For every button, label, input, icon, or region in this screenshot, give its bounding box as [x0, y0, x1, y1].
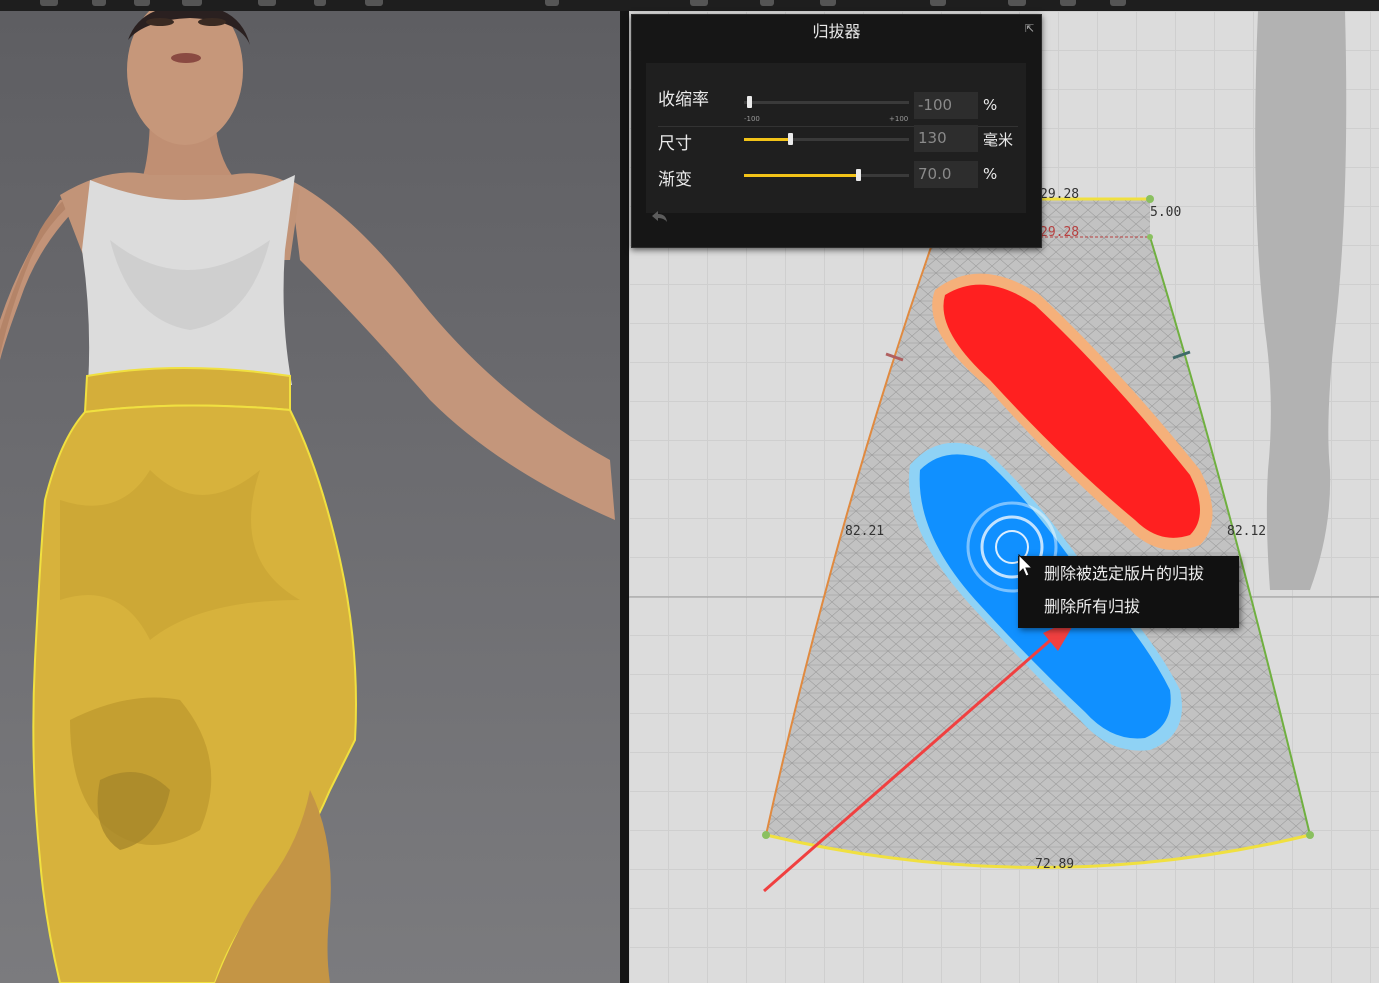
toolbar-tool-icon[interactable] [314, 0, 326, 6]
slider-thumb[interactable] [856, 169, 861, 181]
toolbar-tool-icon[interactable] [92, 0, 106, 6]
measure-bottom-width: 72.89 [1035, 857, 1075, 872]
shrink-rate-slider[interactable]: -100 +100 [744, 96, 909, 123]
pin-icon[interactable]: ⇱ [1025, 23, 1035, 34]
shrink-rate-input[interactable]: -100 [914, 92, 978, 119]
shrink-rate-row: 收缩率 -100 +100 -100 % [646, 77, 1026, 123]
gradient-slider[interactable] [744, 169, 909, 181]
toolbar-tool-icon[interactable] [1008, 0, 1026, 6]
size-row: 尺寸 130 毫米 [646, 121, 1026, 157]
avatar-3d-render [0, 11, 615, 983]
undo-arrow-icon[interactable] [650, 209, 672, 227]
menu-item-delete-selected-shrink[interactable]: 删除被选定版片的归拔 [1044, 559, 1204, 589]
pattern-point[interactable] [1147, 234, 1153, 240]
pattern-point[interactable] [762, 831, 770, 839]
size-label: 尺寸 [658, 134, 692, 154]
shrink-rate-unit: % [983, 96, 998, 114]
slider-thumb[interactable] [788, 133, 793, 145]
panel-body: 收缩率 -100 +100 -100 % 尺寸 130 毫米 渐变 70.0 % [646, 63, 1026, 213]
shrink-tool-panel: 归拔器 ⇱ 收缩率 -100 +100 -100 % 尺寸 130 毫米 渐变 … [631, 14, 1042, 248]
pattern-point[interactable] [1306, 831, 1314, 839]
size-input[interactable]: 130 [914, 125, 978, 152]
toolbar-tool-icon[interactable] [545, 0, 559, 6]
avatar-silhouette [1255, 11, 1347, 590]
shrink-rate-label: 收缩率 [658, 90, 709, 110]
panel-title: 归拔器 [812, 22, 861, 41]
slider-fill [744, 138, 790, 141]
menu-item-delete-all-shrink[interactable]: 删除所有归拔 [1044, 592, 1140, 622]
toolbar-tool-icon[interactable] [182, 0, 202, 6]
measure-corner: 5.00 [1150, 205, 1182, 220]
mouse-pointer-icon [1018, 554, 1034, 577]
toolbar-tool-icon[interactable] [258, 0, 276, 6]
size-unit: 毫米 [983, 131, 1014, 149]
size-slider[interactable] [744, 133, 909, 145]
toolbar-tool-icon[interactable] [760, 0, 774, 6]
toolbar-tool-icon[interactable] [134, 0, 150, 6]
gradient-row: 渐变 70.0 % [646, 157, 1026, 193]
view-splitter[interactable] [620, 11, 629, 983]
top-toolbar [0, 0, 1379, 11]
slider-fill [744, 174, 859, 177]
measure-top-width: 29.28 [1040, 187, 1080, 202]
toolbar-tool-icon[interactable] [1110, 0, 1126, 6]
toolbar-tool-icon[interactable] [1060, 0, 1076, 6]
toolbar-tool-icon[interactable] [40, 0, 58, 6]
measure-top-inner: 29.28 [1040, 225, 1080, 240]
slider-thumb[interactable] [747, 96, 752, 108]
measure-right-side: 82.12 [1227, 524, 1267, 539]
toolbar-tool-icon[interactable] [930, 0, 946, 6]
pattern-point[interactable] [1146, 195, 1154, 203]
gradient-label: 渐变 [658, 170, 692, 190]
3d-viewport[interactable] [0, 11, 620, 983]
measure-left-side: 82.21 [845, 524, 885, 539]
gradient-input[interactable]: 70.0 [914, 161, 978, 188]
toolbar-tool-icon[interactable] [820, 0, 836, 6]
gradient-unit: % [983, 165, 998, 183]
context-menu: 删除被选定版片的归拔 删除所有归拔 [1018, 556, 1239, 628]
toolbar-tool-icon[interactable] [690, 0, 708, 6]
toolbar-tool-icon[interactable] [365, 0, 383, 6]
